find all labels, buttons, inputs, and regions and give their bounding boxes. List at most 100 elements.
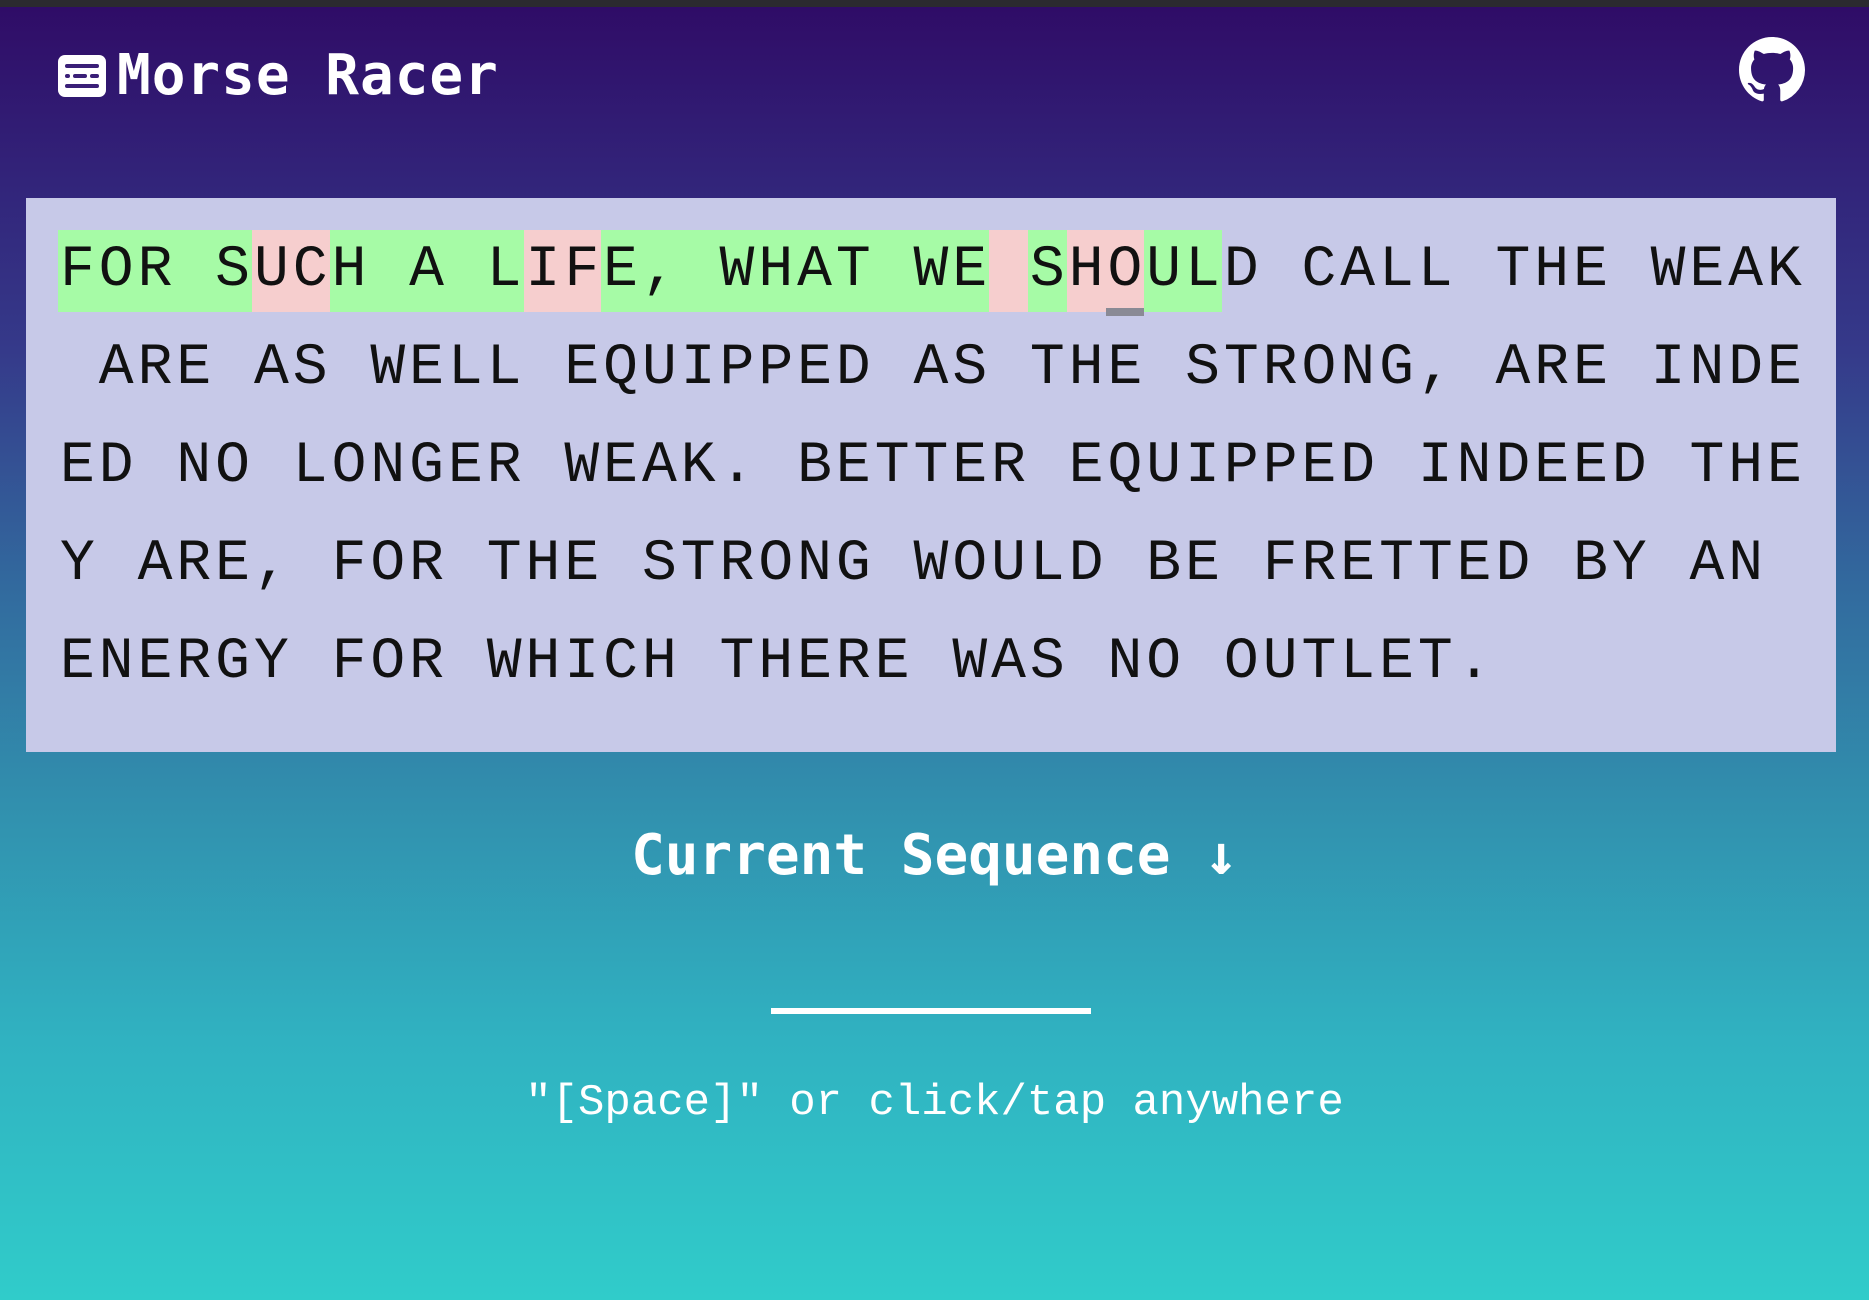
text-char: . [1456, 630, 1492, 695]
text-char [446, 622, 485, 704]
text-char: E [59, 434, 95, 499]
text-char: R [1262, 336, 1298, 401]
text-char: D [1611, 434, 1647, 499]
text-char: E [1689, 238, 1725, 303]
text-char: T [1029, 336, 1065, 401]
text-char: , [1417, 336, 1453, 401]
text-char: C [1301, 238, 1337, 303]
text-char: R [409, 630, 444, 695]
text-char: S [1185, 336, 1220, 401]
text-char: D [1495, 532, 1531, 597]
text-char: W [952, 630, 988, 695]
text-char [1144, 328, 1183, 410]
text-char [1765, 524, 1804, 606]
text-char: Y [1611, 532, 1647, 597]
text-char: E [603, 434, 638, 499]
current-sequence-display [771, 1008, 1091, 1014]
typing-text-panel: FOR SUCH A LIFE, WHAT WE SHOULD CALL THE… [26, 198, 1836, 752]
text-char: K [1767, 238, 1802, 303]
text-char: A [253, 336, 289, 401]
text-line: FOR SUCH A LIFE, WHAT WE SHOULD CALL THE… [58, 230, 1804, 328]
text-char: T [1301, 630, 1337, 695]
text-char [97, 524, 136, 606]
text-char: R [176, 630, 212, 695]
text-char [524, 426, 563, 508]
text-char [989, 230, 1028, 312]
text-char: B [1146, 532, 1182, 597]
text-char [1649, 524, 1688, 606]
text-char: E [1456, 532, 1492, 597]
text-char: N [1689, 336, 1725, 401]
text-char: . [719, 434, 755, 499]
text-char: N [370, 434, 406, 499]
text-char: G [215, 630, 250, 695]
text-char: N [98, 630, 134, 695]
text-char: H [1534, 238, 1570, 303]
text-char: L [1417, 238, 1453, 303]
text-char: A [641, 434, 677, 499]
text-char [1183, 622, 1222, 704]
text-char: U [251, 230, 291, 312]
text-char: H [758, 630, 794, 695]
text-char: D [1340, 434, 1376, 499]
text-char: S [292, 336, 328, 401]
text-char: E [1573, 238, 1608, 303]
text-char [872, 230, 912, 312]
text-char: E [409, 336, 444, 401]
text-char [368, 230, 408, 312]
text-char: E [1379, 630, 1414, 695]
text-char: E [874, 630, 910, 695]
text-char: H [525, 630, 561, 695]
text-char: H [329, 230, 369, 312]
text-char: T [680, 532, 716, 597]
text-char: E [59, 630, 95, 695]
text-char [601, 524, 640, 606]
text-char [1377, 426, 1416, 508]
github-icon[interactable] [1739, 37, 1805, 103]
text-char: N [797, 532, 832, 597]
text-char: E [1301, 434, 1337, 499]
text-char: O [758, 532, 794, 597]
text-char: T [719, 630, 755, 695]
text-char: T [874, 434, 910, 499]
text-char [1067, 622, 1106, 704]
text-char: E [447, 434, 483, 499]
text-char: G [409, 434, 444, 499]
text-char: I [1417, 434, 1453, 499]
text-char [1261, 230, 1300, 312]
text-char: G [1379, 336, 1414, 401]
text-line: ENERGY FOR WHICH THERE WAS NO OUTLET. [58, 622, 1804, 720]
text-char: R [137, 336, 173, 401]
text-char: R [135, 230, 175, 312]
text-char [524, 328, 563, 410]
text-char: O [370, 532, 406, 597]
text-char: O [1146, 630, 1182, 695]
text-char [445, 230, 485, 312]
text-char: B [1573, 532, 1608, 597]
text-char: C [603, 630, 638, 695]
text-char: O [370, 630, 406, 695]
text-char: E [1068, 434, 1104, 499]
text-char: E [1340, 532, 1376, 597]
text-char: L [484, 230, 524, 312]
text-char: E [797, 336, 832, 401]
text-char: H [756, 230, 796, 312]
text-char: W [911, 230, 951, 312]
text-char [873, 524, 912, 606]
text-char [330, 328, 369, 410]
text-char: T [1417, 532, 1453, 597]
text-char: F [331, 630, 367, 695]
text-char [446, 524, 485, 606]
text-char: P [1223, 434, 1259, 499]
text-char: L [1379, 238, 1414, 303]
text-char [252, 426, 291, 508]
text-char: P [1262, 434, 1298, 499]
text-char: O [1223, 630, 1259, 695]
text-char: N [176, 434, 212, 499]
app-logo[interactable]: Morse Racer [57, 41, 499, 111]
text-char: , [639, 230, 679, 312]
text-char: D [835, 336, 871, 401]
text-char: B [797, 434, 832, 499]
text-char: E [137, 630, 173, 695]
text-char: Y [253, 630, 289, 695]
